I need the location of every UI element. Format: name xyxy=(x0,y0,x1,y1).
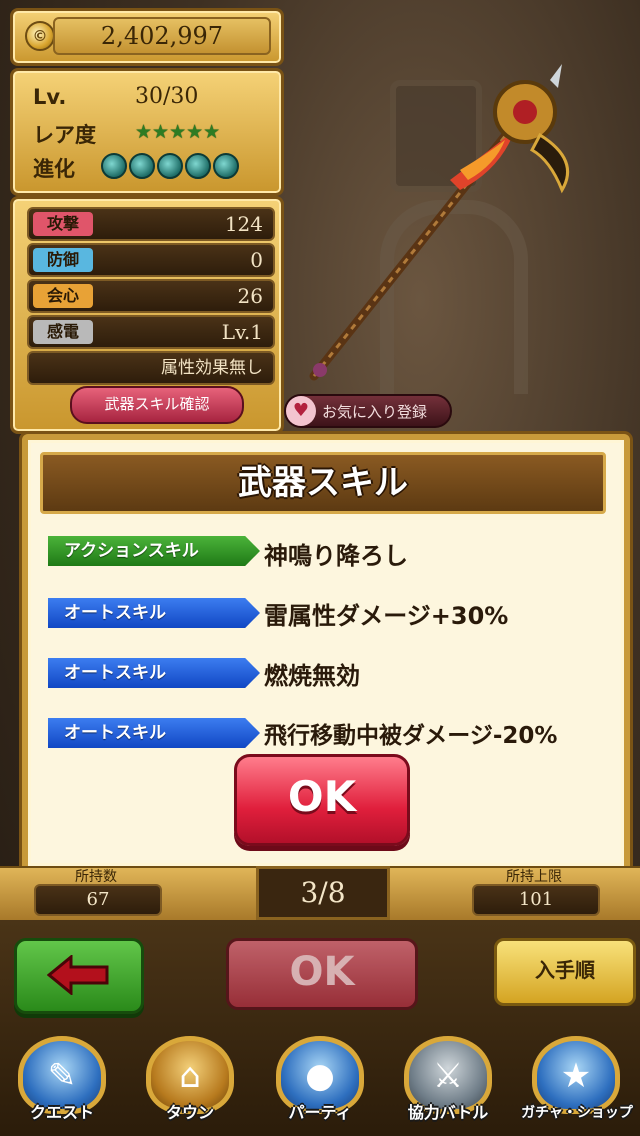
stat-row-defense: 防御 0 xyxy=(27,243,275,277)
attribute-note-row: 属性効果無し xyxy=(27,351,275,385)
stat-row-element: 感電 Lv.1 xyxy=(27,315,275,349)
skill-type-tag: アクションスキル xyxy=(48,536,260,566)
sort-order-button[interactable]: 入手順 xyxy=(494,938,636,1006)
confirm-ok-button[interactable]: OK xyxy=(226,938,418,1010)
nav-coop-battle[interactable]: ⚔ 協力バトル xyxy=(390,1036,506,1136)
nav-town[interactable]: ⌂ タウン xyxy=(132,1036,248,1136)
coin-bar: © 2,402,997 xyxy=(10,8,284,66)
evolution-icon xyxy=(213,153,239,179)
stat-value: 26 xyxy=(237,284,263,308)
arrow-left-icon xyxy=(47,955,109,995)
stat-value: 0 xyxy=(250,248,263,272)
dialog-ok-button[interactable]: OK xyxy=(234,754,410,846)
stat-label: 防御 xyxy=(33,248,93,272)
evolution-label: 進化 xyxy=(33,157,75,181)
evolution-icon xyxy=(129,153,155,179)
dialog-title: 武器スキル xyxy=(40,452,606,514)
limit-label: 所持上限 xyxy=(506,869,562,885)
limit-value: 101 xyxy=(472,884,600,916)
evolution-icon xyxy=(101,153,127,179)
nav-label: ガチャ・ショップ xyxy=(521,1105,633,1121)
nav-label: タウン xyxy=(165,1103,214,1122)
rarity-label: レア度 xyxy=(33,123,96,147)
nav-label: クエスト xyxy=(29,1103,94,1122)
skill-name: 雷属性ダメージ+30% xyxy=(264,602,509,630)
coin-value: 2,402,997 xyxy=(53,17,271,55)
stat-row-critical: 会心 26 xyxy=(27,279,275,313)
attribute-note: 属性効果無し xyxy=(161,358,263,378)
skill-type-tag: オートスキル xyxy=(48,658,260,688)
nav-label: 協力バトル xyxy=(407,1103,489,1122)
skill-type-tag: オートスキル xyxy=(48,718,260,748)
skill-name: 燃焼無効 xyxy=(264,662,360,690)
level-value: 30/30 xyxy=(135,84,199,109)
weapon-spear-image xyxy=(309,64,570,381)
stat-value: Lv.1 xyxy=(221,320,263,344)
owned-value: 67 xyxy=(34,884,162,916)
heart-lock-icon: ♥ xyxy=(286,396,316,426)
stat-value: 124 xyxy=(224,212,263,236)
evolution-icon xyxy=(185,153,211,179)
skill-name: 神鳴り降ろし xyxy=(264,542,408,570)
nav-quest[interactable]: ✎ クエスト xyxy=(4,1036,120,1136)
page-indicator: 3/8 xyxy=(256,866,390,920)
coin-icon: © xyxy=(25,21,55,51)
stat-label: 感電 xyxy=(33,320,93,344)
stat-row-attack: 攻撃 124 xyxy=(27,207,275,241)
weapon-info-panel: Lv. 30/30 レア度 ★★★★★ 進化 xyxy=(10,68,284,196)
evolution-icons xyxy=(101,153,241,183)
stat-label: 会心 xyxy=(33,284,93,308)
skill-name: 飛行移動中被ダメージ-20% xyxy=(264,723,558,749)
back-button[interactable] xyxy=(14,938,144,1014)
nav-party[interactable]: ● パーティ xyxy=(262,1036,378,1136)
level-label: Lv. xyxy=(33,85,67,109)
rarity-stars: ★★★★★ xyxy=(135,121,221,143)
nav-label: パーティ xyxy=(288,1103,352,1122)
skill-type-tag: オートスキル xyxy=(48,598,260,628)
nav-gacha-shop[interactable]: ★ ガチャ・ショップ xyxy=(518,1036,636,1136)
weapon-skill-check-button[interactable]: 武器スキル確認 xyxy=(70,386,244,424)
owned-label: 所持数 xyxy=(75,869,117,885)
stat-label: 攻撃 xyxy=(33,212,93,236)
evolution-icon xyxy=(157,153,183,179)
